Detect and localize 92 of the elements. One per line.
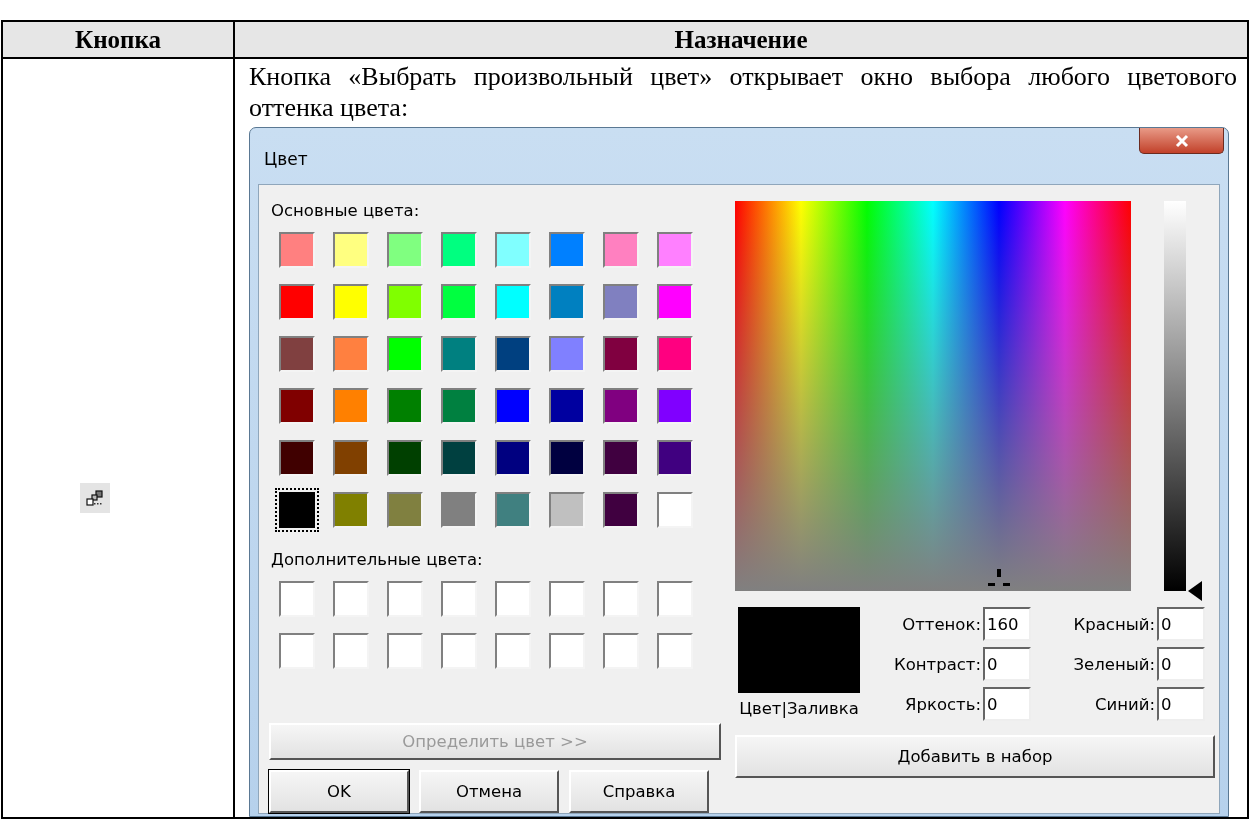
- color-swatch[interactable]: [495, 440, 531, 476]
- color-swatch[interactable]: [387, 440, 423, 476]
- value-field[interactable]: 0: [1157, 687, 1205, 721]
- color-swatch[interactable]: [603, 440, 639, 476]
- color-swatch[interactable]: [441, 492, 477, 528]
- color-swatch[interactable]: [495, 284, 531, 320]
- color-swatch[interactable]: [603, 232, 639, 268]
- description-text: Кнопка «Выбрать произвольный цвет» открывает окно выбора любого цветового оттенка цвета:: [249, 61, 1237, 123]
- color-swatch[interactable]: [441, 232, 477, 268]
- close-icon: [1173, 133, 1190, 148]
- color-swatch[interactable]: [279, 336, 315, 372]
- color-swatch[interactable]: [279, 232, 315, 268]
- custom-color-swatch[interactable]: [387, 581, 423, 617]
- custom-color-swatch[interactable]: [387, 633, 423, 669]
- color-swatch[interactable]: [603, 492, 639, 528]
- color-swatch[interactable]: [333, 336, 369, 372]
- color-swatch[interactable]: [495, 388, 531, 424]
- color-swatch[interactable]: [441, 284, 477, 320]
- luminance-arrow-icon[interactable]: [1188, 581, 1202, 601]
- custom-color-swatch[interactable]: [333, 633, 369, 669]
- color-swatch[interactable]: [333, 388, 369, 424]
- add-to-custom-button[interactable]: Добавить в набор: [735, 735, 1215, 778]
- color-swatch[interactable]: [657, 440, 693, 476]
- custom-color-swatch[interactable]: [657, 581, 693, 617]
- column-header: Кнопка: [2, 21, 234, 58]
- color-swatch[interactable]: [549, 492, 585, 528]
- basic-colors-label: Основные цвета:: [271, 201, 421, 220]
- column-header: Назначение: [234, 21, 1248, 58]
- value-field[interactable]: 160: [983, 607, 1031, 641]
- color-swatch[interactable]: [495, 492, 531, 528]
- color-swatch[interactable]: [549, 440, 585, 476]
- window-title: Цвет: [264, 149, 308, 169]
- color-swatch[interactable]: [603, 336, 639, 372]
- color-squares-icon: [80, 483, 110, 513]
- color-swatch[interactable]: [549, 284, 585, 320]
- color-swatch[interactable]: [333, 232, 369, 268]
- color-swatch[interactable]: [387, 232, 423, 268]
- dialog-button[interactable]: Отмена: [419, 770, 559, 813]
- color-swatch[interactable]: [333, 440, 369, 476]
- custom-color-swatch[interactable]: [549, 581, 585, 617]
- color-swatch[interactable]: [657, 232, 693, 268]
- field-label: Зеленый:: [1072, 654, 1155, 674]
- field-label: Контраст:: [892, 654, 981, 674]
- color-swatch[interactable]: [333, 492, 369, 528]
- color-swatch[interactable]: [603, 388, 639, 424]
- color-swatch[interactable]: [657, 388, 693, 424]
- color-swatch[interactable]: [441, 336, 477, 372]
- dialog-button[interactable]: OK: [269, 770, 409, 813]
- color-swatch[interactable]: [387, 388, 423, 424]
- color-swatch[interactable]: [657, 284, 693, 320]
- field-label: Яркость:: [904, 694, 981, 714]
- color-swatch[interactable]: [279, 440, 315, 476]
- color-swatch[interactable]: [657, 336, 693, 372]
- color-swatch[interactable]: [495, 336, 531, 372]
- custom-color-swatch[interactable]: [603, 633, 639, 669]
- field-label: Синий:: [1093, 694, 1155, 714]
- custom-color-swatch[interactable]: [441, 633, 477, 669]
- color-swatch[interactable]: [279, 284, 315, 320]
- color-swatch[interactable]: [441, 388, 477, 424]
- color-swatch[interactable]: [549, 232, 585, 268]
- custom-colors-label: Дополнительные цвета:: [271, 550, 484, 569]
- field-label: Красный:: [1072, 614, 1155, 634]
- custom-color-swatch[interactable]: [279, 633, 315, 669]
- custom-color-swatch[interactable]: [279, 581, 315, 617]
- custom-color-swatch[interactable]: [441, 581, 477, 617]
- luminance-bar[interactable]: [1164, 201, 1186, 591]
- custom-color-swatch[interactable]: [333, 581, 369, 617]
- color-swatch[interactable]: [387, 492, 423, 528]
- value-field[interactable]: 0: [983, 647, 1031, 681]
- value-field[interactable]: 0: [1157, 607, 1205, 641]
- color-swatch[interactable]: [657, 492, 693, 528]
- custom-color-swatch[interactable]: [495, 633, 531, 669]
- color-swatch[interactable]: [279, 388, 315, 424]
- color-swatch[interactable]: [549, 336, 585, 372]
- close-button[interactable]: [1139, 128, 1224, 154]
- field-label: Оттенок:: [901, 614, 981, 634]
- value-field[interactable]: 0: [1157, 647, 1205, 681]
- color-swatch[interactable]: [441, 440, 477, 476]
- value-field[interactable]: 0: [983, 687, 1031, 721]
- custom-color-swatch[interactable]: [657, 633, 693, 669]
- custom-color-swatch[interactable]: [549, 633, 585, 669]
- color-spectrum[interactable]: [735, 201, 1131, 591]
- dialog-button[interactable]: Справка: [569, 770, 709, 813]
- custom-color-swatch[interactable]: [603, 581, 639, 617]
- color-swatch[interactable]: [387, 336, 423, 372]
- custom-color-swatch[interactable]: [495, 581, 531, 617]
- color-swatch[interactable]: [549, 388, 585, 424]
- color-solid-label: Цвет|Заливка: [739, 699, 859, 718]
- color-swatch[interactable]: [387, 284, 423, 320]
- color-swatch[interactable]: [495, 232, 531, 268]
- color-swatch[interactable]: [333, 284, 369, 320]
- color-swatch[interactable]: [603, 284, 639, 320]
